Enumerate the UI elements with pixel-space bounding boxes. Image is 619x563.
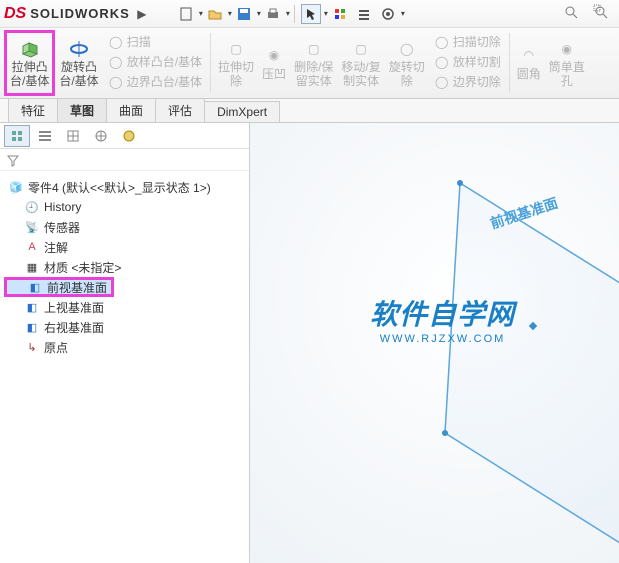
- tree-root[interactable]: 🧊 零件4 (默认<<默认>_显示状态 1>): [4, 177, 245, 197]
- extrude-cut-icon: ▢: [225, 38, 247, 60]
- loft-button: ◯放样凸台/基体: [103, 53, 207, 73]
- loft-icon: ◯: [108, 55, 124, 71]
- plane-icon: ◧: [27, 279, 43, 295]
- hole-button: ◉压凹: [258, 30, 290, 96]
- new-file-icon[interactable]: [176, 4, 196, 24]
- open-file-icon[interactable]: [205, 4, 225, 24]
- simple-hole-button: ◉筒单直 孔: [545, 30, 589, 96]
- delete-keep-icon: ▢: [303, 38, 325, 60]
- dimxpert-tab[interactable]: [88, 125, 114, 147]
- annotation-icon: A: [24, 239, 40, 255]
- part-icon: 🧊: [8, 179, 24, 195]
- revolve-icon: [68, 38, 90, 60]
- property-tab[interactable]: [32, 125, 58, 147]
- plane-icon: ◧: [24, 299, 40, 315]
- appearance-tab[interactable]: [116, 125, 142, 147]
- sweep-cut-icon: ◯: [434, 35, 450, 51]
- revolve-cut-icon: ◯: [396, 38, 418, 60]
- solidworks-logo-icon: DS: [4, 5, 26, 23]
- sweep-button: ◯扫描: [103, 33, 207, 53]
- rebuild-icon[interactable]: [330, 4, 350, 24]
- zoom-area-icon[interactable]: [591, 2, 611, 22]
- tab-surface[interactable]: 曲面: [106, 98, 156, 122]
- options-icon[interactable]: [354, 4, 374, 24]
- ribbon-separator: [210, 33, 211, 93]
- watermark-title: 软件自学网: [370, 293, 515, 333]
- tree-front-plane[interactable]: ◧前视基准面: [4, 277, 114, 297]
- material-icon: ▦: [24, 259, 40, 275]
- separator: [294, 5, 295, 23]
- simple-hole-icon: ◉: [556, 38, 578, 60]
- tab-evaluate[interactable]: 评估: [155, 98, 205, 122]
- boundary-cut-icon: ◯: [434, 75, 450, 91]
- boundary-button: ◯边界凸台/基体: [103, 73, 207, 93]
- ribbon-tabs: 特征 草图 曲面 评估 DimXpert: [0, 99, 619, 123]
- extrude-icon: [19, 38, 41, 60]
- tree-origin[interactable]: ↳原点: [4, 337, 245, 357]
- ribbon-separator: [509, 33, 510, 93]
- loft-cut-icon: ◯: [434, 55, 450, 71]
- watermark: 软件自学网 WWW.RJZXW.COM: [370, 293, 515, 345]
- feature-tree: 🧊 零件4 (默认<<默认>_显示状态 1>) 🕘History 📡传感器 A注…: [0, 171, 249, 363]
- plane-icon: ◧: [24, 319, 40, 335]
- ribbon-toolbar: 拉伸凸 台/基体 旋转凸 台/基体 ◯扫描 ◯放样凸台/基体 ◯边界凸台/基体 …: [0, 28, 619, 99]
- print-icon[interactable]: [263, 4, 283, 24]
- loft-cut-button: ◯放样切割: [429, 53, 506, 73]
- extrude-boss-button[interactable]: 拉伸凸 台/基体: [4, 30, 55, 96]
- move-copy-button: ▢移动/复 制实体: [337, 30, 384, 96]
- settings-gear-icon[interactable]: [378, 4, 398, 24]
- extrude-label: 拉伸凸 台/基体: [10, 61, 49, 87]
- cursor-icon[interactable]: [301, 4, 321, 24]
- sensor-icon: 📡: [24, 219, 40, 235]
- tree-root-label: 零件4 (默认<<默认>_显示状态 1>): [28, 179, 211, 196]
- sweep-icon: ◯: [108, 35, 124, 51]
- fillet-icon: ◠: [518, 45, 540, 67]
- revolve-label: 旋转凸 台/基体: [59, 61, 98, 87]
- history-icon: 🕘: [24, 199, 40, 215]
- filter-row[interactable]: [0, 149, 249, 171]
- tree-material[interactable]: ▦材质 <未指定>: [4, 257, 245, 277]
- revolve-cut-button: ◯旋转切 除: [385, 30, 429, 96]
- graphics-viewport[interactable]: 前视基准面 软件自学网 WWW.RJZXW.COM: [250, 123, 619, 563]
- delete-keep-button: ▢删除/保 留实体: [290, 30, 337, 96]
- watermark-url: WWW.RJZXW.COM: [370, 333, 515, 345]
- panel-tab-strip: [0, 123, 249, 149]
- fillet-button: ◠圆角: [513, 30, 545, 96]
- sweep-cut-button: ◯扫描切除: [429, 33, 506, 53]
- boundary-icon: ◯: [108, 75, 124, 91]
- tree-right-plane[interactable]: ◧右视基准面: [4, 317, 245, 337]
- app-title: SOLIDWORKS: [30, 6, 130, 21]
- tree-history[interactable]: 🕘History: [4, 197, 245, 217]
- feature-tree-tab[interactable]: [4, 125, 30, 147]
- move-copy-icon: ▢: [350, 38, 372, 60]
- config-tab[interactable]: [60, 125, 86, 147]
- feature-manager-panel: 🧊 零件4 (默认<<默认>_显示状态 1>) 🕘History 📡传感器 A注…: [0, 123, 250, 563]
- extrude-cut-button: ▢拉伸切 除: [214, 30, 258, 96]
- filter-icon: [6, 153, 20, 167]
- title-bar: DS SOLIDWORKS ▶ ▾ ▾ ▾ ▾ ▾ ▾: [0, 0, 619, 28]
- tab-sketch[interactable]: 草图: [57, 98, 107, 122]
- save-icon[interactable]: [234, 4, 254, 24]
- revolve-boss-button[interactable]: 旋转凸 台/基体: [55, 30, 102, 96]
- tab-features[interactable]: 特征: [8, 98, 58, 122]
- main-area: 🧊 零件4 (默认<<默认>_显示状态 1>) 🕘History 📡传感器 A注…: [0, 123, 619, 563]
- tab-dimxpert[interactable]: DimXpert: [204, 101, 280, 122]
- zoom-fit-icon[interactable]: [561, 2, 581, 22]
- tree-annotations[interactable]: A注解: [4, 237, 245, 257]
- hole-icon: ◉: [263, 45, 285, 67]
- expand-icon[interactable]: ▶: [132, 4, 152, 24]
- boundary-cut-button: ◯边界切除: [429, 73, 506, 93]
- origin-icon: ↳: [24, 339, 40, 355]
- tree-top-plane[interactable]: ◧上视基准面: [4, 297, 245, 317]
- tree-sensor[interactable]: 📡传感器: [4, 217, 245, 237]
